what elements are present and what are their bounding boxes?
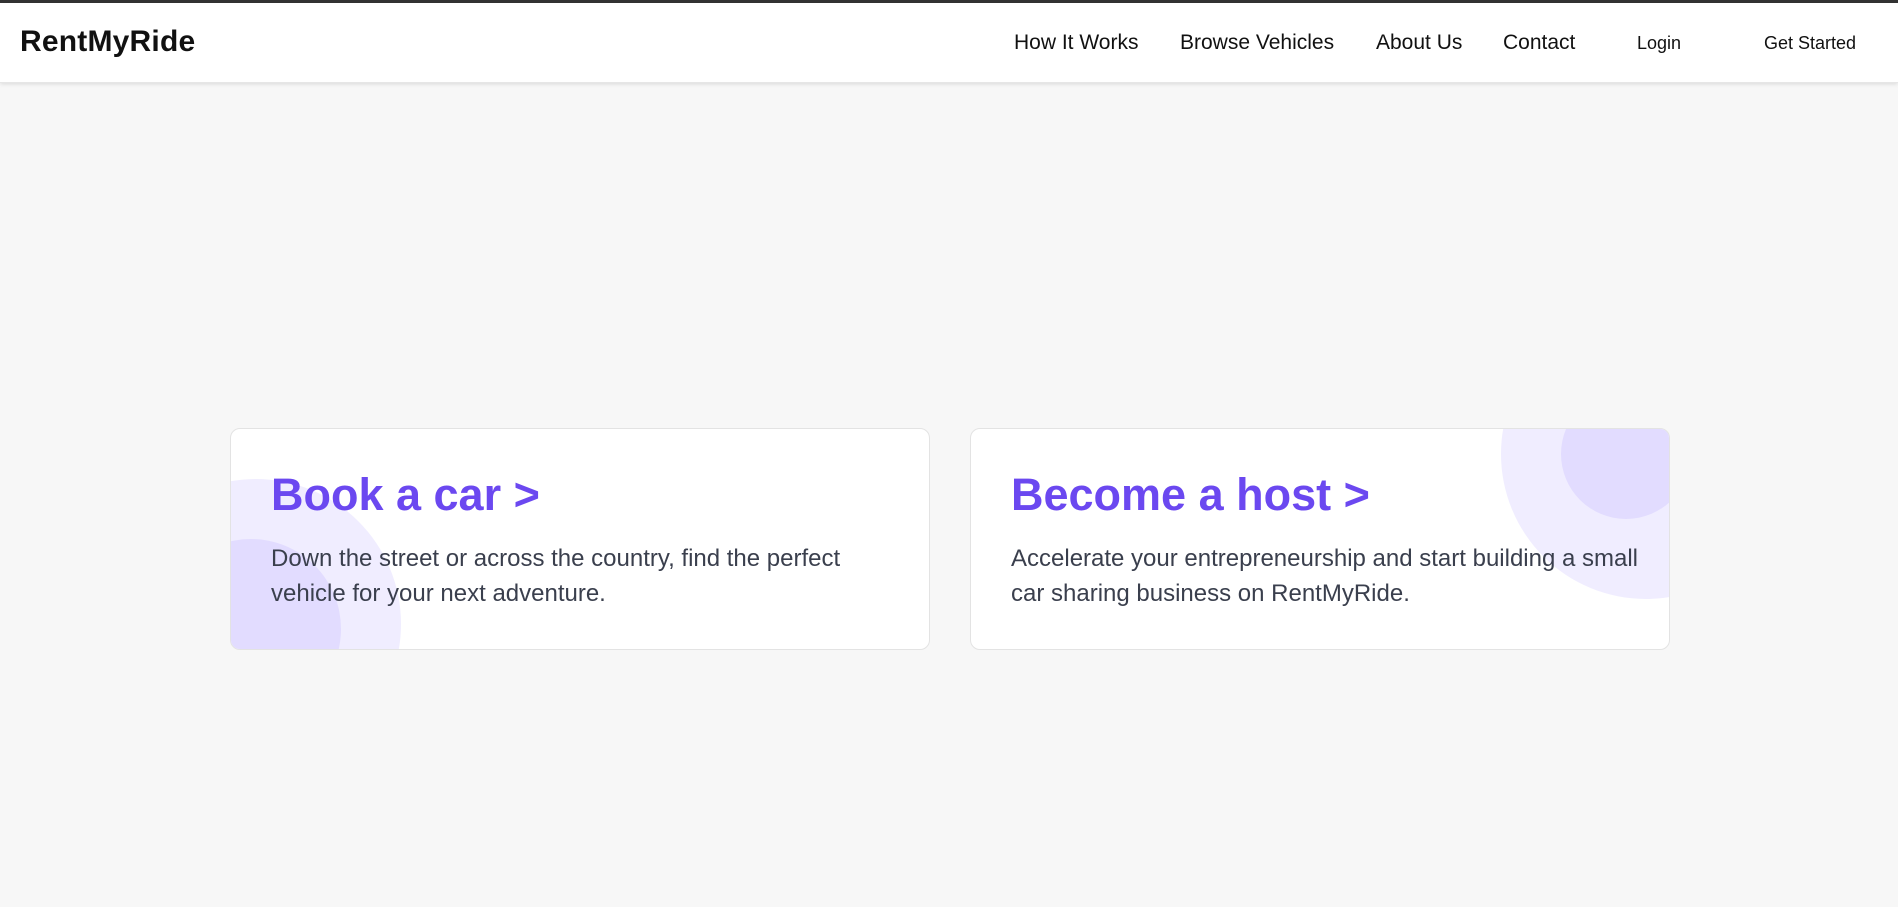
nav-browse-vehicles[interactable]: Browse Vehicles <box>1180 31 1334 55</box>
site-logo[interactable]: RentMyRide <box>20 25 195 59</box>
become-host-title[interactable]: Become a host > <box>1011 469 1370 521</box>
book-car-title[interactable]: Book a car > <box>271 469 540 521</box>
become-host-description: Accelerate your entrepreneurship and sta… <box>1011 545 1639 607</box>
become-host-card[interactable]: Become a host > Accelerate your entrepre… <box>970 428 1670 650</box>
site-header: RentMyRide How It Works Browse Vehicles … <box>0 3 1898 83</box>
nav-how-it-works[interactable]: How It Works <box>1014 31 1138 55</box>
book-car-description: Down the street or across the country, f… <box>271 545 841 607</box>
book-car-card[interactable]: Book a car > Down the street or across t… <box>230 428 930 650</box>
get-started-button[interactable]: Get Started <box>1764 33 1856 54</box>
nav-contact[interactable]: Contact <box>1503 31 1575 55</box>
login-button[interactable]: Login <box>1637 33 1681 54</box>
nav-about-us[interactable]: About Us <box>1376 31 1462 55</box>
